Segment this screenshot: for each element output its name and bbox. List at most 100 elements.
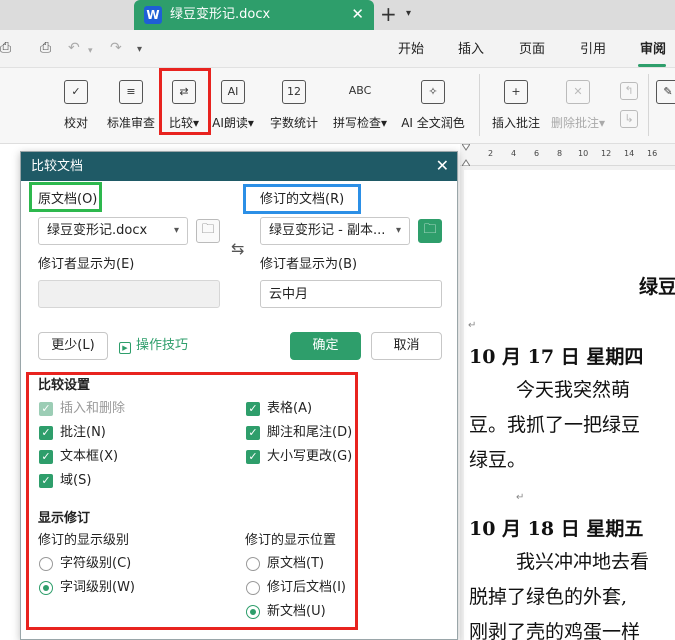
original-doc-value: 绿豆变形记.docx [47, 223, 148, 238]
document-line: 刚剥了壳的鸡蛋一样 [469, 621, 641, 640]
quick-access-more-icon[interactable]: ▾ [137, 42, 142, 58]
radio-selected-icon [39, 581, 53, 595]
dialog-close-icon[interactable]: ✕ [436, 156, 449, 176]
radio-icon [246, 581, 260, 595]
proofread-icon: ✓ [64, 80, 88, 104]
menu-bar: ⎙ ⎙ ↶ ▾ ↷ ▾ 开始 插入 页面 引用 审阅 [0, 30, 675, 68]
check-icon: ✓ [39, 402, 53, 416]
document-tab[interactable]: W 绿豆变形记.docx ✕ [134, 0, 374, 30]
previous-comment-icon: ↰ [620, 82, 638, 100]
revised-author-label: 修订者显示为(B) [260, 257, 358, 272]
print-preview-icon[interactable]: ⎙ [0, 40, 11, 56]
ai-read-button[interactable]: AI AI朗读▾ [210, 78, 256, 134]
original-doc-select[interactable]: 绿豆变形记.docx ▾ [38, 217, 188, 245]
standard-review-button[interactable]: ≡ 标准审查 [104, 78, 158, 134]
revise-icon: ✎ [656, 80, 675, 104]
spell-check-button[interactable]: ABC 拼写检查▾ [330, 78, 390, 134]
next-comment-icon: ↳ [620, 110, 638, 128]
standard-review-label: 标准审查 [106, 116, 155, 130]
revised-author-value: 云中月 [269, 287, 309, 302]
ribbon-separator [479, 74, 480, 136]
ok-button[interactable]: 确定 [290, 332, 361, 360]
revised-doc-label: 修订的文档(R) [260, 192, 345, 207]
document-line: 脱掉了绿色的外套, [469, 586, 628, 608]
spell-check-label: 拼写检查▾ [332, 116, 388, 130]
review-ribbon: ✓ 校对 ≡ 标准审查 ⇄ 比较▾ AI AI朗读▾ 12 字数统计 ABC 拼… [0, 68, 675, 144]
ai-polish-button[interactable]: ✧ AI 全文润色 [400, 78, 466, 134]
show-revisions-title: 显示修订 [38, 511, 91, 526]
folder-icon: 🗀 [201, 222, 215, 237]
revision-level-label: 修订的显示级别 [38, 533, 130, 548]
check-icon: ✓ [246, 402, 260, 416]
ribbon-separator [648, 74, 649, 136]
revised-doc-select[interactable]: 绿豆变形记 - 副本... ▾ [260, 217, 410, 245]
tips-link[interactable]: ▶ 操作技巧 [119, 338, 188, 354]
cancel-button[interactable]: 取消 [371, 332, 442, 360]
dialog-title-bar[interactable]: 比较文档 ✕ [21, 152, 457, 181]
radio-icon [246, 557, 260, 571]
paragraph-mark: ↵ [468, 320, 477, 331]
horizontal-ruler: 2 4 6 8 10 12 14 16 [460, 144, 675, 166]
original-doc-label: 原文档(O) [38, 192, 98, 207]
proofread-label: 校对 [63, 116, 88, 130]
ruler-tick: 12 [601, 149, 612, 158]
check-icon: ✓ [39, 426, 53, 440]
tab-list-dropdown-icon[interactable]: ▾ [406, 8, 411, 19]
ai-read-icon: AI [221, 80, 245, 104]
insert-comment-icon: + [504, 80, 528, 104]
previous-comment-button[interactable]: ↰ [618, 80, 640, 104]
menu-page[interactable]: 页面 [519, 42, 545, 58]
redo-icon[interactable]: ↷ [110, 40, 122, 56]
tab-bar: W 绿豆变形记.docx ✕ + ▾ [0, 0, 675, 30]
document-line: 绿豆。 [469, 449, 527, 471]
play-icon: ▶ [119, 342, 131, 354]
word-count-icon: 12 [282, 80, 306, 104]
ruler-tick: 10 [578, 149, 589, 158]
original-author-input [38, 280, 220, 308]
chevron-down-icon: ▾ [173, 225, 179, 236]
menu-review[interactable]: 审阅 [640, 42, 666, 58]
revision-position-label: 修订的显示位置 [245, 533, 337, 548]
ruler-tick: 16 [647, 149, 658, 158]
ruler-tick: 4 [511, 149, 517, 158]
proofread-button[interactable]: ✓ 校对 [59, 78, 93, 134]
close-tab-icon[interactable]: ✕ [351, 5, 364, 23]
indent-marker[interactable] [462, 144, 470, 166]
ai-read-label: AI朗读▾ [212, 116, 254, 130]
menu-references[interactable]: 引用 [580, 42, 606, 58]
menu-home[interactable]: 开始 [398, 42, 424, 58]
undo-dropdown-icon[interactable]: ▾ [88, 43, 93, 59]
check-icon: ✓ [39, 474, 53, 488]
word-count-label: 字数统计 [269, 116, 318, 130]
undo-icon[interactable]: ↶ [68, 40, 80, 56]
revised-doc-browse-button[interactable]: 🗀 [418, 219, 442, 243]
document-title: 绿豆 [639, 276, 675, 298]
delete-comment-button[interactable]: ✕ 删除批注▾ [550, 78, 606, 134]
dialog-title: 比较文档 [31, 159, 84, 174]
standard-review-icon: ≡ [119, 80, 143, 104]
new-tab-icon[interactable]: + [380, 3, 397, 25]
radio-icon [39, 557, 53, 571]
ruler-tick: 6 [534, 149, 540, 158]
revise-button[interactable]: ✎ [656, 78, 675, 134]
document-tab-title: 绿豆变形记.docx [170, 7, 271, 22]
word-count-button[interactable]: 12 字数统计 [266, 78, 322, 134]
insert-comment-label: 插入批注 [491, 116, 540, 130]
insert-comment-button[interactable]: + 插入批注 [490, 78, 542, 134]
word-doc-icon: W [144, 6, 162, 24]
swap-documents-icon[interactable]: ⇆ [231, 240, 244, 258]
original-doc-browse-button[interactable]: 🗀 [196, 219, 220, 243]
active-menu-indicator [638, 64, 666, 67]
check-icon: ✓ [246, 450, 260, 464]
check-icon: ✓ [39, 450, 53, 464]
document-line: 我兴冲冲地去看 [516, 551, 650, 573]
print-icon[interactable]: ⎙ [40, 40, 51, 56]
menu-insert[interactable]: 插入 [458, 42, 484, 58]
next-comment-button[interactable]: ↳ [618, 108, 640, 132]
revised-author-input[interactable]: 云中月 [260, 280, 442, 308]
document-page[interactable]: 绿豆 ↵ 10 月 17 日 星期四 今天我突然萌 豆。我抓了一把绿豆 绿豆。 … [464, 170, 675, 640]
less-options-button[interactable]: 更少(L) [38, 332, 108, 360]
document-line: 10 月 17 日 星期四 [469, 346, 644, 368]
ruler-tick: 14 [624, 149, 635, 158]
ai-polish-icon: ✧ [421, 80, 445, 104]
